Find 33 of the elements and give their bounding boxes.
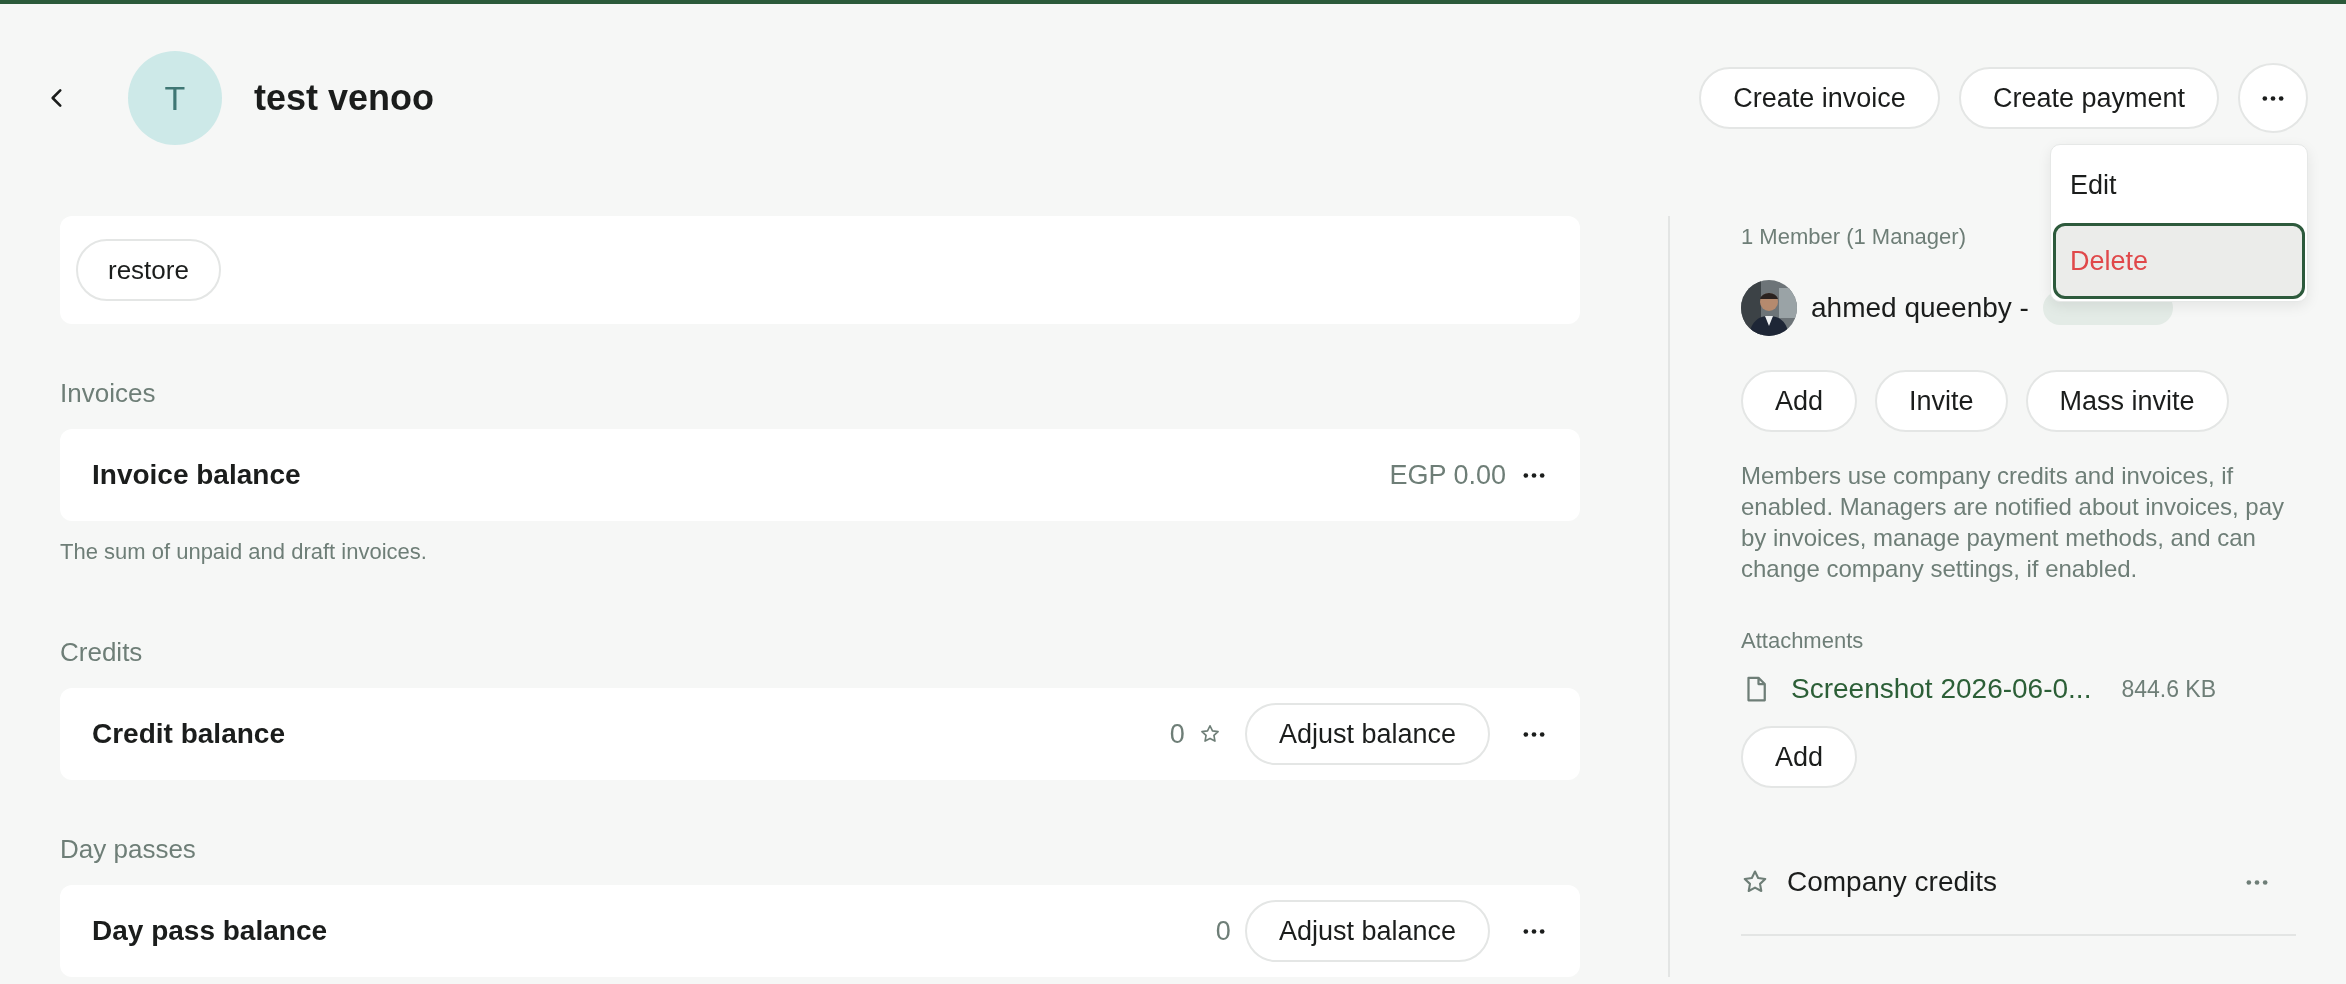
balance-label: Day pass balance bbox=[92, 915, 328, 947]
more-icon bbox=[2245, 878, 2269, 886]
member-button[interactable]: Mass invite bbox=[2025, 370, 2229, 432]
action-button[interactable]: Create payment bbox=[1958, 67, 2219, 129]
adjust-balance-button[interactable]: Adjust balance bbox=[1244, 703, 1490, 765]
balance-label: Credit balance bbox=[92, 718, 285, 750]
more-icon bbox=[1522, 730, 1546, 738]
section-note: The sum of unpaid and draft invoices. bbox=[60, 539, 428, 565]
balance-label: Invoice balance bbox=[92, 459, 301, 491]
section-heading: Day passes bbox=[60, 834, 197, 865]
company-avatar: T bbox=[128, 51, 222, 145]
side-item-label[interactable]: Company credits bbox=[1787, 866, 1998, 898]
file-size: 844.6 KB bbox=[2121, 675, 2217, 703]
add-attachment-button[interactable]: Add bbox=[1741, 726, 1858, 788]
member-button[interactable]: Add bbox=[1741, 370, 1858, 432]
more-icon bbox=[1522, 927, 1546, 935]
action-button[interactable]: Create invoice bbox=[1699, 67, 1940, 129]
more-icon bbox=[1522, 471, 1546, 479]
adjust-balance-button[interactable]: Adjust balance bbox=[1244, 900, 1490, 962]
member-name: ahmed queenby - bbox=[1811, 292, 2029, 324]
section-heading: Credits bbox=[60, 637, 144, 668]
member-button[interactable]: Invite bbox=[1875, 370, 2008, 432]
balance-value: 0 bbox=[1215, 915, 1231, 947]
file-link[interactable]: Screenshot 2026-06-0... bbox=[1791, 673, 2092, 705]
attachments-heading: Attachments bbox=[1741, 628, 1864, 654]
section-heading: Invoices bbox=[60, 378, 157, 409]
member-summary: 1 Member (1 Manager) bbox=[1741, 224, 1966, 250]
restore-button[interactable]: restore bbox=[76, 239, 221, 301]
more-icon bbox=[2261, 94, 2285, 102]
company-title: test venoo bbox=[254, 77, 435, 119]
balance-value: 0 bbox=[1169, 718, 1185, 750]
members-description: Members use company credits and invoices, if enabled. Managers are notified about invoices, pay by invoices, manage payment methods, and can change company settings, if enabled. bbox=[1741, 461, 2286, 584]
balance-value: EGP 0.00 bbox=[1389, 459, 1506, 491]
